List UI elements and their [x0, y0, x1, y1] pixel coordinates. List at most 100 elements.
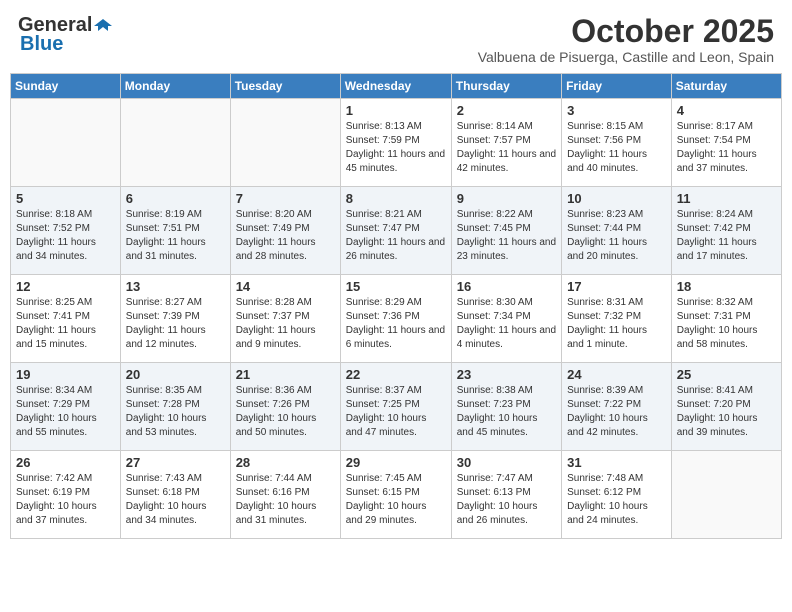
- day-number: 25: [677, 367, 776, 382]
- day-info: Sunrise: 8:27 AM Sunset: 7:39 PM Dayligh…: [126, 296, 225, 352]
- day-number: 26: [16, 455, 115, 470]
- logo-blue: Blue: [20, 33, 63, 56]
- day-info: Sunrise: 8:37 AM Sunset: 7:25 PM Dayligh…: [346, 384, 446, 440]
- calendar-cell: 18 Sunrise: 8:32 AM Sunset: 7:31 PM Dayli…: [671, 275, 781, 363]
- day-number: 14: [236, 279, 335, 294]
- day-info: Sunrise: 8:22 AM Sunset: 7:45 PM Dayligh…: [457, 208, 556, 264]
- calendar-table: SundayMondayTuesdayWednesdayThursdayFrid…: [10, 73, 782, 539]
- day-number: 8: [346, 191, 446, 206]
- day-info: Sunrise: 8:25 AM Sunset: 7:41 PM Dayligh…: [16, 296, 115, 352]
- day-number: 4: [677, 103, 776, 118]
- calendar-header-row: SundayMondayTuesdayWednesdayThursdayFrid…: [11, 74, 782, 99]
- weekday-header-thursday: Thursday: [451, 74, 561, 99]
- day-number: 16: [457, 279, 556, 294]
- calendar-cell: 1 Sunrise: 8:13 AM Sunset: 7:59 PM Daylig…: [340, 99, 451, 187]
- day-info: Sunrise: 8:21 AM Sunset: 7:47 PM Dayligh…: [346, 208, 446, 264]
- day-info: Sunrise: 8:38 AM Sunset: 7:23 PM Dayligh…: [457, 384, 556, 440]
- day-number: 13: [126, 279, 225, 294]
- calendar-cell: 11Sunrise: 8:24 AM Sunset: 7:42 PM Dayli…: [671, 187, 781, 275]
- weekday-header-sunday: Sunday: [11, 74, 121, 99]
- calendar-cell: 17Sunrise: 8:31 AM Sunset: 7:32 PM Dayli…: [562, 275, 672, 363]
- calendar-cell: 16Sunrise: 8:30 AM Sunset: 7:34 PM Dayli…: [451, 275, 561, 363]
- day-info: Sunrise: 8:41 AM Sunset: 7:20 PM Dayligh…: [677, 384, 776, 440]
- calendar-cell: 22 Sunrise: 8:37 AM Sunset: 7:25 PM Dayli…: [340, 363, 451, 451]
- calendar-cell: 2 Sunrise: 8:14 AM Sunset: 7:57 PM Daylig…: [451, 99, 561, 187]
- calendar-week-row: 26 Sunrise: 7:42 AM Sunset: 6:19 PM Dayli…: [11, 451, 782, 539]
- calendar-cell: 5 Sunrise: 8:18 AM Sunset: 7:52 PM Daylig…: [11, 187, 121, 275]
- calendar-week-row: 12Sunrise: 8:25 AM Sunset: 7:41 PM Dayli…: [11, 275, 782, 363]
- day-number: 3: [567, 103, 666, 118]
- logo: General Blue: [18, 14, 112, 56]
- calendar-cell: 7Sunrise: 8:20 AM Sunset: 7:49 PM Daylig…: [230, 187, 340, 275]
- day-number: 10: [567, 191, 666, 206]
- calendar-cell: [671, 451, 781, 539]
- day-number: 22: [346, 367, 446, 382]
- day-number: 9: [457, 191, 556, 206]
- weekday-header-wednesday: Wednesday: [340, 74, 451, 99]
- page-header: General Blue October 2025 Valbuena de Pi…: [10, 10, 782, 69]
- day-number: 5: [16, 191, 115, 206]
- day-info: Sunrise: 8:17 AM Sunset: 7:54 PM Dayligh…: [677, 120, 776, 176]
- day-number: 31: [567, 455, 666, 470]
- day-info: Sunrise: 7:44 AM Sunset: 6:16 PM Dayligh…: [236, 472, 335, 528]
- calendar-cell: 9 Sunrise: 8:22 AM Sunset: 7:45 PM Daylig…: [451, 187, 561, 275]
- day-info: Sunrise: 8:32 AM Sunset: 7:31 PM Dayligh…: [677, 296, 776, 352]
- calendar-cell: [120, 99, 230, 187]
- day-number: 20: [126, 367, 225, 382]
- day-info: Sunrise: 8:24 AM Sunset: 7:42 PM Dayligh…: [677, 208, 776, 264]
- day-number: 15: [346, 279, 446, 294]
- calendar-cell: 14 Sunrise: 8:28 AM Sunset: 7:37 PM Dayli…: [230, 275, 340, 363]
- calendar-cell: 8 Sunrise: 8:21 AM Sunset: 7:47 PM Daylig…: [340, 187, 451, 275]
- logo-bird-icon: [94, 17, 112, 35]
- day-info: Sunrise: 8:18 AM Sunset: 7:52 PM Dayligh…: [16, 208, 115, 264]
- day-number: 1: [346, 103, 446, 118]
- calendar-cell: 27 Sunrise: 7:43 AM Sunset: 6:18 PM Dayli…: [120, 451, 230, 539]
- calendar-cell: 29 Sunrise: 7:45 AM Sunset: 6:15 PM Dayli…: [340, 451, 451, 539]
- day-number: 27: [126, 455, 225, 470]
- calendar-cell: 20 Sunrise: 8:35 AM Sunset: 7:28 PM Dayli…: [120, 363, 230, 451]
- weekday-header-friday: Friday: [562, 74, 672, 99]
- day-info: Sunrise: 8:19 AM Sunset: 7:51 PM Dayligh…: [126, 208, 225, 264]
- day-number: 29: [346, 455, 446, 470]
- day-info: Sunrise: 8:14 AM Sunset: 7:57 PM Dayligh…: [457, 120, 556, 176]
- calendar-cell: 19Sunrise: 8:34 AM Sunset: 7:29 PM Dayli…: [11, 363, 121, 451]
- title-block: October 2025 Valbuena de Pisuerga, Casti…: [478, 14, 774, 65]
- day-info: Sunrise: 7:45 AM Sunset: 6:15 PM Dayligh…: [346, 472, 446, 528]
- day-info: Sunrise: 8:28 AM Sunset: 7:37 PM Dayligh…: [236, 296, 335, 352]
- month-title: October 2025: [478, 14, 774, 49]
- day-info: Sunrise: 7:42 AM Sunset: 6:19 PM Dayligh…: [16, 472, 115, 528]
- day-number: 23: [457, 367, 556, 382]
- day-info: Sunrise: 8:15 AM Sunset: 7:56 PM Dayligh…: [567, 120, 666, 176]
- weekday-header-tuesday: Tuesday: [230, 74, 340, 99]
- calendar-cell: 26 Sunrise: 7:42 AM Sunset: 6:19 PM Dayli…: [11, 451, 121, 539]
- calendar-cell: 30 Sunrise: 7:47 AM Sunset: 6:13 PM Dayli…: [451, 451, 561, 539]
- calendar-cell: 15Sunrise: 8:29 AM Sunset: 7:36 PM Dayli…: [340, 275, 451, 363]
- calendar-cell: 12Sunrise: 8:25 AM Sunset: 7:41 PM Dayli…: [11, 275, 121, 363]
- day-info: Sunrise: 8:23 AM Sunset: 7:44 PM Dayligh…: [567, 208, 666, 264]
- calendar-cell: 10 Sunrise: 8:23 AM Sunset: 7:44 PM Dayli…: [562, 187, 672, 275]
- calendar-cell: 13 Sunrise: 8:27 AM Sunset: 7:39 PM Dayli…: [120, 275, 230, 363]
- day-number: 18: [677, 279, 776, 294]
- day-info: Sunrise: 7:47 AM Sunset: 6:13 PM Dayligh…: [457, 472, 556, 528]
- day-number: 2: [457, 103, 556, 118]
- calendar-week-row: 19Sunrise: 8:34 AM Sunset: 7:29 PM Dayli…: [11, 363, 782, 451]
- calendar-cell: 31 Sunrise: 7:48 AM Sunset: 6:12 PM Dayli…: [562, 451, 672, 539]
- calendar-cell: 6 Sunrise: 8:19 AM Sunset: 7:51 PM Daylig…: [120, 187, 230, 275]
- calendar-cell: 4 Sunrise: 8:17 AM Sunset: 7:54 PM Daylig…: [671, 99, 781, 187]
- calendar-cell: 25 Sunrise: 8:41 AM Sunset: 7:20 PM Dayli…: [671, 363, 781, 451]
- location-subtitle: Valbuena de Pisuerga, Castille and Leon,…: [478, 49, 774, 65]
- day-number: 7: [236, 191, 335, 206]
- calendar-cell: 23 Sunrise: 8:38 AM Sunset: 7:23 PM Dayli…: [451, 363, 561, 451]
- day-number: 30: [457, 455, 556, 470]
- day-info: Sunrise: 8:35 AM Sunset: 7:28 PM Dayligh…: [126, 384, 225, 440]
- day-number: 24: [567, 367, 666, 382]
- day-info: Sunrise: 7:43 AM Sunset: 6:18 PM Dayligh…: [126, 472, 225, 528]
- day-info: Sunrise: 7:48 AM Sunset: 6:12 PM Dayligh…: [567, 472, 666, 528]
- day-number: 17: [567, 279, 666, 294]
- calendar-cell: 3 Sunrise: 8:15 AM Sunset: 7:56 PM Daylig…: [562, 99, 672, 187]
- day-number: 19: [16, 367, 115, 382]
- day-info: Sunrise: 8:13 AM Sunset: 7:59 PM Dayligh…: [346, 120, 446, 176]
- calendar-cell: 21Sunrise: 8:36 AM Sunset: 7:26 PM Dayli…: [230, 363, 340, 451]
- day-number: 6: [126, 191, 225, 206]
- weekday-header-monday: Monday: [120, 74, 230, 99]
